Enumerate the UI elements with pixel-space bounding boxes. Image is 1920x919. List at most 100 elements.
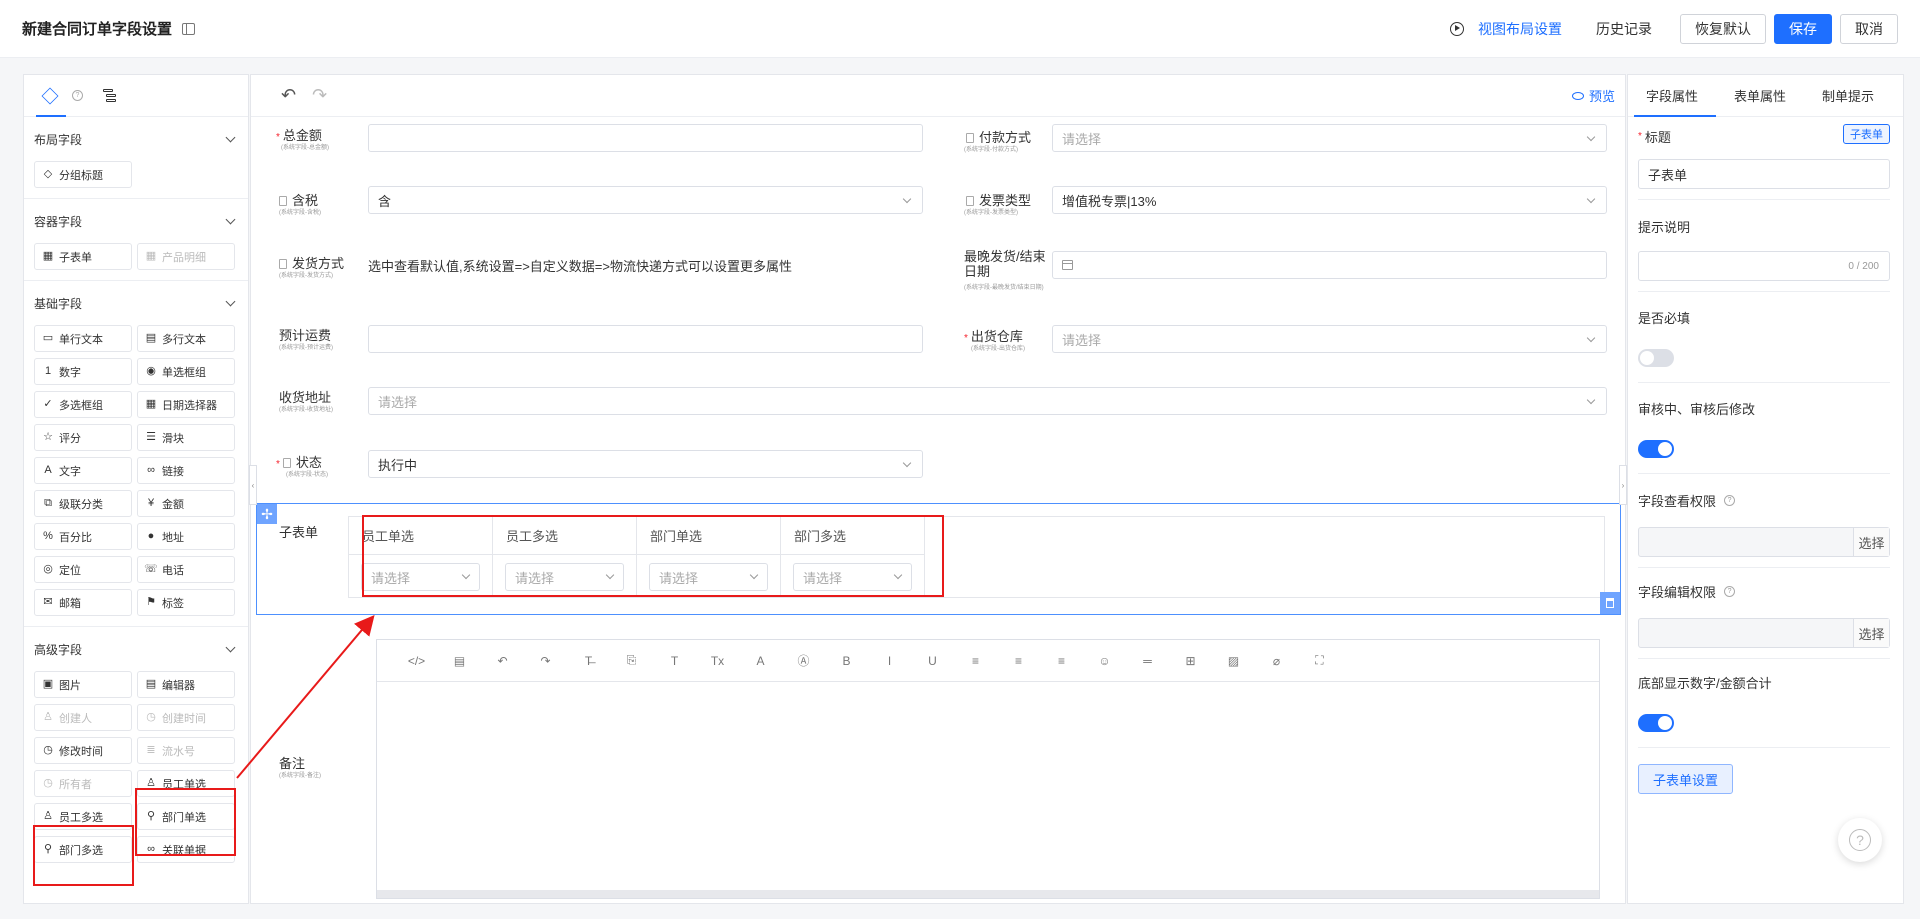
latest-date-picker[interactable] xyxy=(1052,251,1607,279)
editor-tool-icon[interactable]: U xyxy=(911,654,954,668)
editor-tool-icon[interactable]: T xyxy=(653,654,696,668)
address-select[interactable]: 请选择 xyxy=(368,387,1607,415)
group-header[interactable]: 基础字段 xyxy=(24,281,248,325)
view-perm-select-button[interactable]: 选择 xyxy=(1853,528,1889,556)
chevron-down-icon[interactable] xyxy=(225,214,236,224)
editor-tool-icon[interactable]: I xyxy=(868,654,911,668)
component-item[interactable]: ▣ 图片 xyxy=(34,671,132,698)
component-item[interactable]: ✉ 邮箱 xyxy=(34,589,132,616)
component-item[interactable]: ☰ 滑块 xyxy=(137,424,235,451)
editor-tool-icon[interactable]: ▨ xyxy=(1212,654,1255,668)
collapse-left-toggle[interactable]: ‹ xyxy=(249,465,257,505)
chevron-down-icon[interactable] xyxy=(225,296,236,306)
payment-method-select[interactable]: 请选择 xyxy=(1052,124,1607,152)
component-item[interactable]: A 文字 xyxy=(34,457,132,484)
play-icon[interactable] xyxy=(1450,21,1464,36)
history-link[interactable]: 历史记录 xyxy=(1596,19,1652,39)
component-item[interactable]: ◷ 修改时间 xyxy=(34,737,132,764)
editor-tool-icon[interactable]: </> xyxy=(395,654,438,668)
editor-tool-icon[interactable]: ⊞ xyxy=(1169,654,1212,668)
subform-column-select[interactable]: 请选择 xyxy=(649,563,768,591)
editor-tool-icon[interactable]: ≡ xyxy=(954,654,997,668)
collapse-right-toggle[interactable]: › xyxy=(1619,465,1627,505)
component-item[interactable]: ◉ 单选框组 xyxy=(137,358,235,385)
required-switch[interactable] xyxy=(1638,349,1674,367)
editor-tool-icon[interactable]: ≡ xyxy=(997,654,1040,668)
subform-field[interactable]: ✢ 子表单 员工单选 请选择 员工多选 请选择 部门单选 请选择 部门多选 请选择 xyxy=(256,503,1621,615)
editor-tool-icon[interactable]: ☺ xyxy=(1083,654,1126,668)
group-header[interactable]: 容器字段 xyxy=(24,199,248,243)
component-item[interactable]: ⚲ 部门多选 xyxy=(34,836,132,863)
editor-tool-icon[interactable]: ⛶ xyxy=(1298,653,1341,668)
edit-perm-select-button[interactable]: 选择 xyxy=(1853,619,1889,647)
view-perm-input[interactable]: 选择 xyxy=(1638,527,1890,557)
delete-icon[interactable] xyxy=(1600,592,1620,614)
audit-edit-switch[interactable] xyxy=(1638,440,1674,458)
freight-input[interactable] xyxy=(368,325,923,353)
editor-tool-icon[interactable]: A xyxy=(739,654,782,668)
component-item[interactable]: ⚑ 标签 xyxy=(137,589,235,616)
component-item[interactable]: ◎ 定位 xyxy=(34,556,132,583)
tab-input-hint[interactable]: 制单提示 xyxy=(1804,86,1892,105)
subform-column[interactable]: 部门单选 请选择 xyxy=(637,517,781,597)
subform-settings-button[interactable]: 子表单设置 xyxy=(1638,764,1734,794)
component-item[interactable]: ◇ 分组标题 xyxy=(34,161,132,188)
editor-tool-icon[interactable]: ⌀ xyxy=(1255,654,1298,668)
component-item[interactable]: ☏ 电话 xyxy=(137,556,235,583)
layout-icon[interactable] xyxy=(182,22,196,35)
component-item[interactable]: ⚲ 部门单选 xyxy=(137,803,235,830)
undo-icon[interactable]: ↶ xyxy=(281,85,296,106)
editor-scrollbar[interactable] xyxy=(377,890,1599,898)
chevron-down-icon[interactable] xyxy=(225,642,236,652)
group-header[interactable]: 高级字段 xyxy=(24,627,248,671)
subform-column[interactable]: 员工单选 请选择 xyxy=(349,517,493,597)
component-item[interactable]: ● 地址 xyxy=(137,523,235,550)
bottom-sum-switch[interactable] xyxy=(1638,714,1674,732)
component-item[interactable]: ✓ 多选框组 xyxy=(34,391,132,418)
editor-tool-icon[interactable]: ↷ xyxy=(524,654,567,668)
tab-field-props[interactable]: 字段属性 xyxy=(1628,86,1716,105)
editor-tool-icon[interactable]: Ⓐ xyxy=(782,652,825,669)
component-item[interactable]: ▤ 编辑器 xyxy=(137,671,235,698)
warehouse-select[interactable]: 请选择 xyxy=(1052,325,1607,353)
subform-column-select[interactable]: 请选择 xyxy=(793,563,912,591)
chevron-down-icon[interactable] xyxy=(225,132,236,142)
component-item[interactable]: ∞ 关联单据 xyxy=(137,836,235,863)
component-item[interactable]: ▭ 单行文本 xyxy=(34,325,132,352)
component-item[interactable]: ♙ 员工单选 xyxy=(137,770,235,797)
tax-select[interactable]: 含 xyxy=(368,186,923,214)
component-item[interactable]: ♙ 员工多选 xyxy=(34,803,132,830)
subform-column[interactable]: 部门多选 请选择 xyxy=(781,517,925,597)
help-icon[interactable]: ? xyxy=(1724,495,1736,506)
component-item[interactable]: ▦ 日期选择器 xyxy=(137,391,235,418)
subform-column[interactable]: 员工多选 请选择 xyxy=(493,517,637,597)
edit-perm-input[interactable]: 选择 xyxy=(1638,618,1890,648)
restore-default-button[interactable]: 恢复默认 xyxy=(1680,13,1766,44)
editor-tool-icon[interactable]: T̶ xyxy=(567,654,610,668)
cancel-button[interactable]: 取消 xyxy=(1840,13,1898,44)
component-item[interactable]: 1 数字 xyxy=(34,358,132,385)
title-input[interactable]: 子表单 xyxy=(1638,159,1890,189)
editor-tool-icon[interactable]: ▤ xyxy=(438,654,481,668)
component-item[interactable]: ▦ 子表单 xyxy=(34,243,132,270)
total-amount-input[interactable] xyxy=(368,124,923,152)
editor-tool-icon[interactable]: Tx xyxy=(696,654,739,668)
component-item[interactable]: % 百分比 xyxy=(34,523,132,550)
redo-icon[interactable]: ↷ xyxy=(312,85,327,106)
tab-form-props[interactable]: 表单属性 xyxy=(1716,86,1804,105)
editor-tool-icon[interactable]: ↶ xyxy=(481,654,524,668)
subform-column-select[interactable]: 请选择 xyxy=(505,563,624,591)
components-icon[interactable] xyxy=(41,87,59,104)
editor-tool-icon[interactable]: B xyxy=(825,654,868,668)
outline-tree-icon[interactable] xyxy=(101,88,117,104)
save-button[interactable]: 保存 xyxy=(1774,13,1832,44)
view-layout-link[interactable]: 视图布局设置 xyxy=(1478,19,1562,39)
component-item[interactable]: ¥ 金额 xyxy=(137,490,235,517)
editor-tool-icon[interactable]: ═ xyxy=(1126,654,1169,668)
preview-button[interactable]: 预览 xyxy=(1571,86,1615,105)
rich-text-editor[interactable]: </> ▤ ↶ ↷ T̶ ⎘ T Tx A Ⓐ B I U ≡ ≡ ≡ ☺ ═ ⊞ ▨ ⌀ ⛶ xyxy=(376,639,1600,899)
floating-help-button[interactable]: ? xyxy=(1838,818,1882,862)
drag-handle-icon[interactable]: ✢ xyxy=(257,504,277,524)
group-header[interactable]: 布局字段 xyxy=(24,117,248,161)
help-icon[interactable]: ? xyxy=(1724,586,1736,597)
